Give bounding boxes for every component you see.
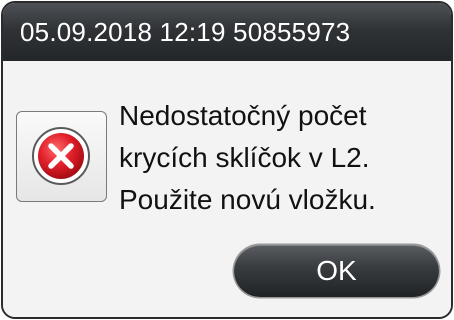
error-dialog: 05.09.2018 12:19 50855973 Nedostatočný p… xyxy=(1,1,453,319)
message-line: krycích sklíčok v L2. xyxy=(119,142,370,173)
ok-button[interactable]: OK xyxy=(234,245,439,297)
dialog-title: 05.09.2018 12:19 50855973 xyxy=(3,3,451,61)
dialog-content: Nedostatočný počet krycích sklíčok v L2.… xyxy=(3,61,451,317)
message-line: Použite novú vložku. xyxy=(119,184,376,215)
error-message: Nedostatočný počet krycích sklíčok v L2.… xyxy=(119,95,449,221)
error-icon-frame xyxy=(16,111,107,202)
error-x-icon xyxy=(32,127,90,185)
message-line: Nedostatočný počet xyxy=(119,100,367,131)
